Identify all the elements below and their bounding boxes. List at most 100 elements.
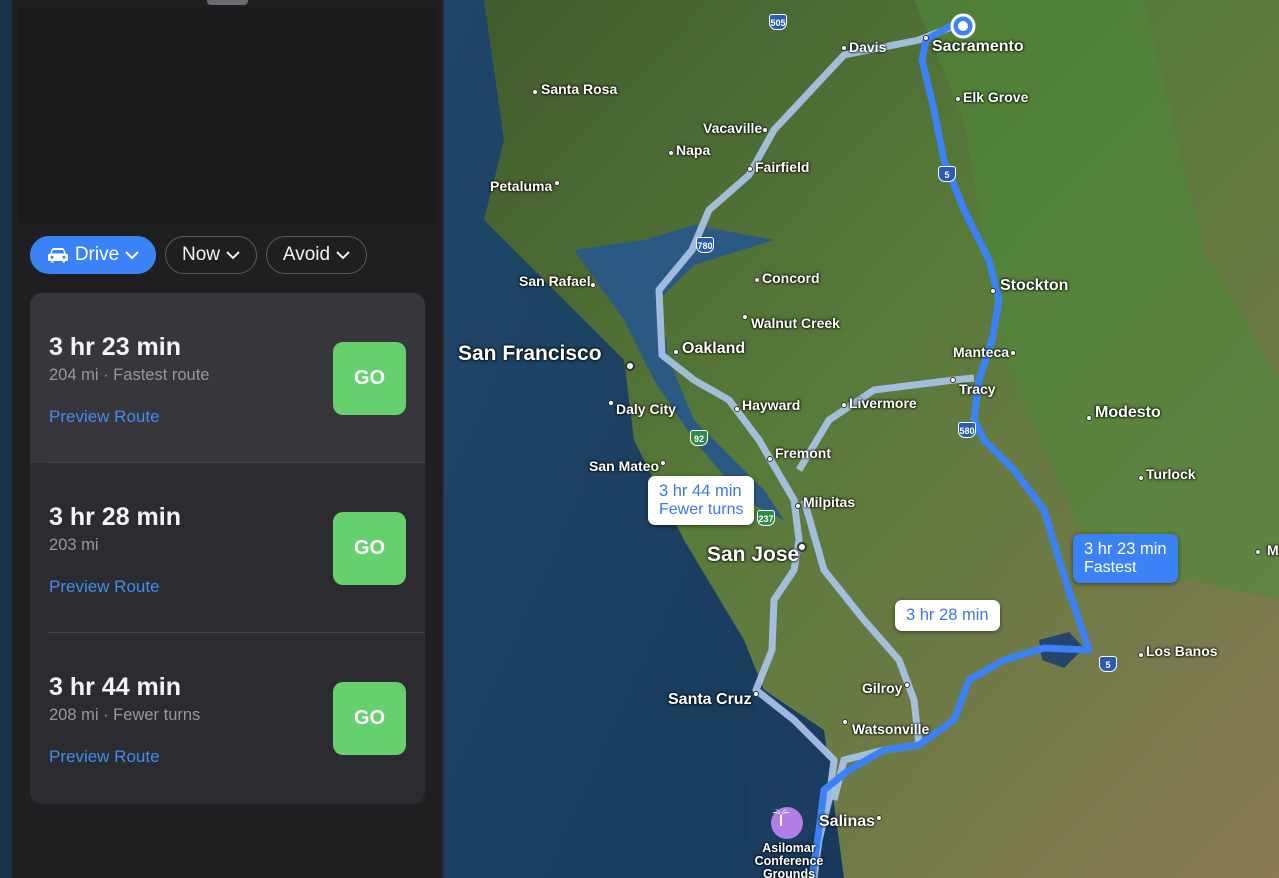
chevron-down-icon	[125, 250, 139, 259]
city-dot	[747, 166, 753, 172]
avoid-options-button[interactable]: Avoid	[266, 236, 367, 274]
city-label: Daly City	[616, 401, 676, 417]
palm-tree-icon[interactable]	[771, 807, 803, 839]
city-dot	[876, 815, 882, 821]
preview-route-link[interactable]: Preview Route	[49, 407, 160, 427]
route-option-3[interactable]: 3 hr 44 min 208 mi · Fewer turns Preview…	[30, 633, 425, 803]
city-dot	[660, 460, 666, 466]
city-dot	[955, 96, 961, 102]
city-dot	[950, 377, 956, 383]
city-dot	[797, 542, 807, 552]
chevron-down-icon	[336, 250, 350, 259]
map-view[interactable]: 505 5 780 580 92 237 5 Sacramento Davis …	[444, 0, 1279, 878]
city-label: Hayward	[742, 397, 801, 413]
city-dot	[754, 277, 760, 283]
city-label: Me	[1267, 542, 1279, 558]
city-dot	[767, 456, 773, 462]
interstate-580-shield: 580	[958, 422, 976, 438]
city-label: Livermore	[849, 395, 917, 411]
route-details: 208 mi · Fewer turns	[49, 706, 201, 724]
city-dot	[841, 45, 847, 51]
city-dot	[742, 314, 748, 320]
alt-route-callout[interactable]: 3 hr 28 min	[895, 600, 1000, 631]
interstate-5-shield: 5	[1099, 656, 1117, 672]
callout-duration: 3 hr 23 min	[1084, 540, 1167, 558]
route-duration: 3 hr 23 min	[49, 333, 181, 361]
city-dot	[842, 719, 848, 725]
route-duration: 3 hr 44 min	[49, 673, 181, 701]
city-dot	[1138, 652, 1144, 658]
city-dot	[1138, 475, 1144, 481]
city-label: Stockton	[1000, 277, 1069, 294]
callout-note: Fastest	[1084, 559, 1137, 576]
fewer-turns-route-callout[interactable]: 3 hr 44 min Fewer turns	[648, 476, 755, 525]
city-label: Tracy	[959, 381, 996, 397]
city-label: Santa Rosa	[541, 81, 618, 97]
city-label: Manteca	[953, 344, 1010, 360]
preview-route-link[interactable]: Preview Route	[49, 747, 160, 767]
panel-grab-handle[interactable]	[207, 0, 248, 5]
city-dot	[554, 180, 560, 186]
callout-duration: 3 hr 28 min	[906, 606, 989, 624]
callout-note: Fewer turns	[659, 501, 744, 518]
city-label: Oakland	[682, 340, 746, 357]
city-label: Vacaville	[703, 120, 763, 136]
avoid-label: Avoid	[282, 244, 331, 265]
directions-header-area	[18, 7, 435, 223]
city-label: Gilroy	[862, 680, 903, 696]
route-details: 204 mi · Fastest route	[49, 366, 210, 384]
city-label: Salinas	[819, 813, 876, 830]
go-button[interactable]: GO	[333, 682, 406, 755]
city-dot	[990, 288, 996, 294]
destination-label: Asilomar Conference Grounds	[754, 841, 824, 878]
city-label: San Jose	[707, 543, 800, 566]
city-label: Turlock	[1146, 466, 1196, 482]
route-details: 203 mi	[49, 536, 99, 554]
city-dot	[625, 361, 635, 371]
city-dot	[673, 349, 679, 355]
interstate-780-shield: 780	[696, 237, 714, 253]
city-label: Santa Cruz	[668, 691, 752, 708]
drive-mode-label: Drive	[74, 244, 120, 265]
departure-time-button[interactable]: Now	[165, 236, 257, 274]
interstate-5-shield: 5	[938, 166, 956, 182]
route-92-shield: 92	[690, 430, 708, 446]
interstate-505-shield: 505	[769, 14, 787, 30]
city-label: Napa	[676, 142, 711, 158]
panel-edge	[0, 0, 12, 878]
city-dot	[1010, 350, 1016, 356]
car-icon	[47, 248, 68, 263]
route-list: 3 hr 23 min 204 mi · Fastest route Previ…	[30, 293, 425, 804]
route-option-1[interactable]: 3 hr 23 min 204 mi · Fastest route Previ…	[30, 293, 425, 463]
route-option-2[interactable]: 3 hr 28 min 203 mi Preview Route GO	[30, 463, 425, 633]
city-label: Milpitas	[803, 494, 856, 510]
palm-tree-glyph	[772, 809, 790, 826]
city-label: Watsonville	[852, 721, 930, 737]
city-dot	[795, 503, 801, 509]
go-button[interactable]: GO	[333, 512, 406, 585]
city-dot	[668, 150, 674, 156]
departure-time-label: Now	[181, 244, 220, 265]
fastest-route-callout[interactable]: 3 hr 23 min Fastest	[1073, 534, 1178, 583]
city-label: Fremont	[775, 445, 831, 461]
city-dot	[841, 402, 847, 408]
city-label: San Rafael	[519, 273, 591, 289]
city-dot	[532, 89, 538, 95]
city-dot	[762, 127, 768, 133]
city-label: Elk Grove	[963, 89, 1029, 105]
city-label: Modesto	[1095, 404, 1161, 421]
city-dot	[734, 406, 740, 412]
preview-route-link[interactable]: Preview Route	[49, 577, 160, 597]
route-duration: 3 hr 28 min	[49, 503, 181, 531]
route-237-shield: 237	[757, 510, 775, 526]
city-label: Davis	[849, 39, 887, 55]
city-label: Walnut Creek	[751, 315, 840, 331]
city-dot	[1255, 549, 1261, 555]
city-label: Concord	[762, 270, 820, 286]
drive-mode-button[interactable]: Drive	[30, 236, 156, 274]
city-label: San Francisco	[458, 342, 602, 365]
go-button[interactable]: GO	[333, 342, 406, 415]
city-dot	[608, 400, 614, 406]
chevron-down-icon	[226, 250, 240, 259]
city-dot	[590, 282, 596, 288]
